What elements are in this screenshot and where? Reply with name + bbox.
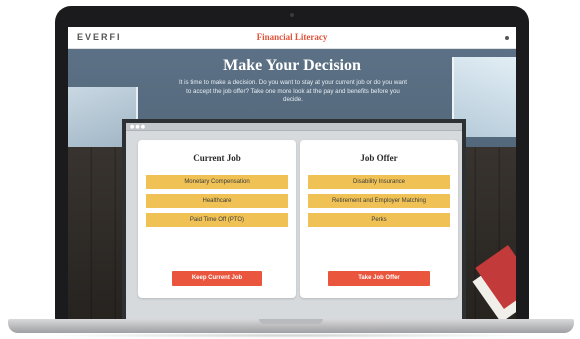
keep-current-job-button[interactable]: Keep Current Job xyxy=(172,271,262,286)
current-job-title: Current Job xyxy=(193,153,241,163)
job-offer-item[interactable]: Perks xyxy=(308,213,450,227)
menu-icon[interactable] xyxy=(505,36,509,40)
job-offer-item[interactable]: Disability Insurance xyxy=(308,175,450,189)
current-job-card: Current Job Monetary Compensation Health… xyxy=(138,140,296,298)
laptop-base xyxy=(8,319,574,333)
current-job-item[interactable]: Healthcare xyxy=(146,194,288,208)
module-title: Financial Literacy xyxy=(256,32,328,42)
monitor-titlebar: ●●● xyxy=(126,123,462,131)
laptop-notch xyxy=(259,319,323,324)
current-job-items: Monetary Compensation Healthcare Paid Ti… xyxy=(146,175,288,232)
screen: EVERFI Financial Literacy Make Your Deci… xyxy=(68,27,516,319)
app-topbar: EVERFI Financial Literacy xyxy=(68,27,516,49)
job-offer-title: Job Offer xyxy=(360,153,398,163)
monitor-window: ●●● Current Job Monetary Compensation He… xyxy=(122,119,466,319)
job-offer-items: Disability Insurance Retirement and Empl… xyxy=(308,175,450,232)
laptop-shadow xyxy=(40,333,540,338)
laptop-frame: EVERFI Financial Literacy Make Your Deci… xyxy=(55,6,529,322)
camera-icon xyxy=(290,13,294,17)
current-job-item[interactable]: Paid Time Off (PTO) xyxy=(146,213,288,227)
take-job-offer-button[interactable]: Take Job Offer xyxy=(328,271,430,286)
current-job-item[interactable]: Monetary Compensation xyxy=(146,175,288,189)
job-offer-item[interactable]: Retirement and Employer Matching xyxy=(308,194,450,208)
job-offer-card: Job Offer Disability Insurance Retiremen… xyxy=(300,140,458,298)
intro-text: It is time to make a decision. Do you wa… xyxy=(178,79,408,103)
window-controls-icon: ●●● xyxy=(130,124,147,130)
page-title: Make Your Decision xyxy=(223,57,361,74)
